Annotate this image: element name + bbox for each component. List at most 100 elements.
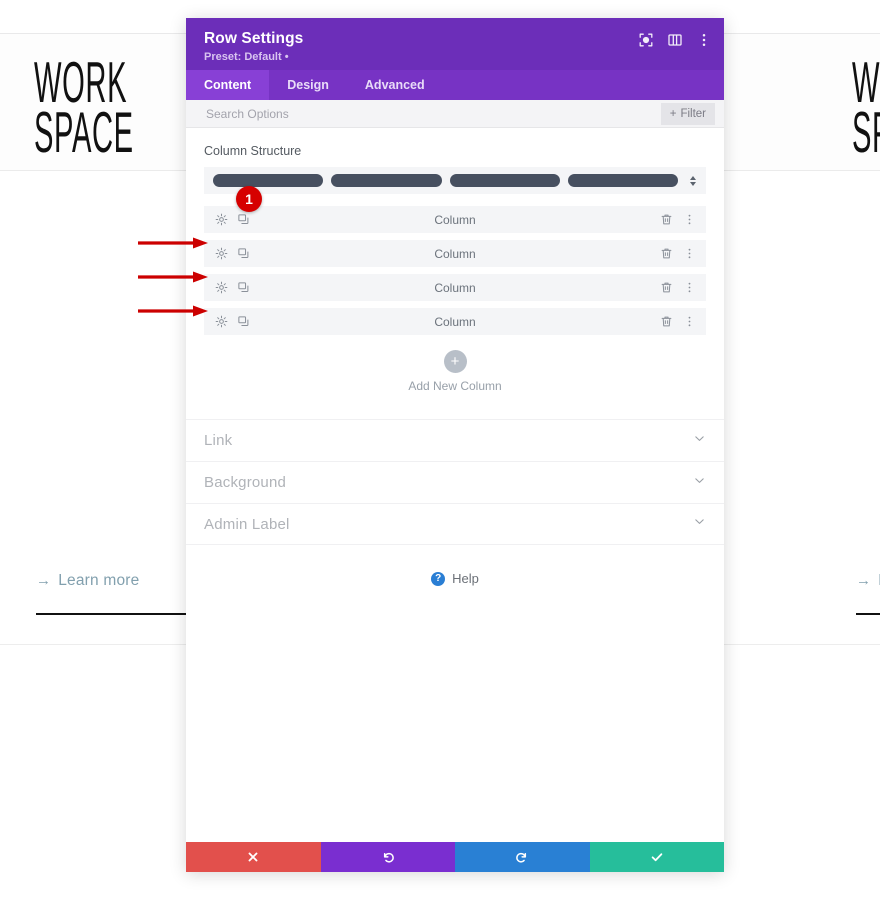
modal-header-actions bbox=[638, 32, 712, 48]
redo-button[interactable] bbox=[455, 842, 590, 872]
search-bar: + Filter bbox=[186, 100, 724, 128]
redo-icon bbox=[516, 852, 527, 863]
annotation-badge-1: 1 bbox=[236, 186, 262, 212]
target-icon[interactable] bbox=[638, 32, 654, 48]
tab-content[interactable]: Content bbox=[186, 70, 270, 100]
annotation-arrow-1 bbox=[138, 237, 208, 249]
duplicate-icon[interactable] bbox=[237, 247, 250, 260]
column-list: Column Column Column Column bbox=[204, 206, 706, 335]
plus-icon: + bbox=[443, 350, 467, 373]
column-row-label: Column bbox=[434, 280, 476, 295]
save-button[interactable] bbox=[589, 842, 724, 872]
column-structure-bar-1[interactable] bbox=[213, 174, 324, 187]
modal-body: Column Structure Column Column Column Co… bbox=[186, 128, 724, 842]
accordion-admin-label-label: Admin Label bbox=[204, 515, 290, 533]
search-input[interactable] bbox=[204, 100, 661, 127]
column-row-actions-right bbox=[660, 315, 696, 328]
arrow-right-icon: → bbox=[36, 572, 52, 589]
plus-icon: + bbox=[669, 107, 677, 120]
learn-more-right[interactable]: →Learn more bbox=[856, 572, 880, 615]
column-structure-label: Column Structure bbox=[204, 144, 302, 158]
help-icon: ? bbox=[431, 571, 446, 586]
column-row-actions-right bbox=[660, 213, 696, 226]
trash-icon[interactable] bbox=[660, 315, 673, 328]
column-row-label: Column bbox=[434, 212, 476, 227]
more-vertical-icon[interactable] bbox=[683, 247, 696, 260]
close-icon bbox=[248, 852, 258, 862]
learn-more-link-right[interactable]: →Learn more bbox=[856, 572, 880, 589]
column-structure-bar-4[interactable] bbox=[567, 174, 678, 187]
column-structure-bar-3[interactable] bbox=[449, 174, 560, 187]
panel-layout-icon[interactable] bbox=[667, 32, 683, 48]
brand-line-2: SPACE bbox=[34, 99, 134, 165]
accordion-background-label: Background bbox=[204, 474, 287, 491]
accordion-admin-label[interactable]: Admin Label bbox=[186, 503, 724, 545]
learn-more-label: Learn more bbox=[58, 572, 140, 589]
learn-more-left[interactable]: → Learn more bbox=[36, 572, 186, 615]
modal-preset-selector[interactable]: Preset: Default • bbox=[204, 51, 708, 64]
add-new-column-label: Add New Column bbox=[408, 379, 502, 393]
learn-more-underline-left bbox=[36, 613, 186, 615]
column-row-actions-left bbox=[215, 281, 250, 294]
tab-advanced[interactable]: Advanced bbox=[347, 70, 443, 100]
column-structure-stepper[interactable] bbox=[686, 175, 700, 186]
chevron-up-icon bbox=[690, 175, 696, 180]
gear-icon[interactable] bbox=[215, 315, 228, 328]
annotation-arrow-3 bbox=[138, 305, 208, 317]
modal-header: Row Settings Preset: Default • bbox=[186, 18, 724, 70]
trash-icon[interactable] bbox=[660, 213, 673, 226]
column-structure-selector[interactable] bbox=[204, 167, 706, 194]
more-vertical-icon[interactable] bbox=[683, 213, 696, 226]
undo-button[interactable] bbox=[320, 842, 455, 872]
accordion-link-label: Link bbox=[204, 432, 233, 449]
brand-wordmark-left: WORK SPACE bbox=[34, 51, 195, 162]
column-row-label: Column bbox=[434, 246, 476, 261]
duplicate-icon[interactable] bbox=[237, 213, 250, 226]
gear-icon[interactable] bbox=[215, 213, 228, 226]
tab-design[interactable]: Design bbox=[269, 70, 347, 100]
chevron-down-icon bbox=[690, 181, 696, 186]
brand-line-2-right: SPACE bbox=[852, 99, 880, 165]
chevron-down-icon bbox=[693, 432, 706, 450]
help-button[interactable]: ? Help bbox=[186, 571, 724, 586]
column-row-actions-left bbox=[215, 247, 250, 260]
chevron-down-icon bbox=[693, 515, 706, 533]
undo-icon bbox=[383, 852, 394, 863]
filter-label: Filter bbox=[680, 107, 706, 120]
accordion-link[interactable]: Link bbox=[186, 419, 724, 461]
more-vertical-icon[interactable] bbox=[696, 32, 712, 48]
annotation-arrow-2 bbox=[138, 271, 208, 283]
column-row-actions-right bbox=[660, 281, 696, 294]
column-row-actions-right bbox=[660, 247, 696, 260]
trash-icon[interactable] bbox=[660, 281, 673, 294]
table-row[interactable]: Column bbox=[204, 240, 706, 267]
modal-tabs: Content Design Advanced bbox=[186, 70, 724, 100]
learn-more-link-left[interactable]: → Learn more bbox=[36, 572, 139, 589]
arrow-right-icon-right: → bbox=[856, 572, 872, 589]
modal-title: Row Settings bbox=[204, 30, 304, 47]
learn-more-underline-right bbox=[856, 613, 880, 615]
row-settings-modal: Row Settings Preset: Default • Content D… bbox=[186, 18, 724, 872]
accordion-background[interactable]: Background bbox=[186, 461, 724, 503]
gear-icon[interactable] bbox=[215, 281, 228, 294]
duplicate-icon[interactable] bbox=[237, 315, 250, 328]
modal-footer bbox=[186, 842, 724, 872]
duplicate-icon[interactable] bbox=[237, 281, 250, 294]
brand-wordmark-right: WORK SPACE bbox=[852, 51, 880, 162]
column-row-actions-left bbox=[215, 315, 250, 328]
table-row[interactable]: Column bbox=[204, 206, 706, 233]
filter-button[interactable]: + Filter bbox=[660, 102, 715, 125]
column-row-label: Column bbox=[434, 314, 476, 329]
column-structure-bar-2[interactable] bbox=[331, 174, 442, 187]
help-label: Help bbox=[452, 571, 479, 586]
chevron-down-icon bbox=[693, 474, 706, 492]
table-row[interactable]: Column bbox=[204, 308, 706, 335]
check-icon bbox=[651, 853, 663, 862]
gear-icon[interactable] bbox=[215, 247, 228, 260]
trash-icon[interactable] bbox=[660, 247, 673, 260]
more-vertical-icon[interactable] bbox=[683, 315, 696, 328]
add-new-column-button[interactable]: + Add New Column bbox=[204, 350, 706, 393]
more-vertical-icon[interactable] bbox=[683, 281, 696, 294]
table-row[interactable]: Column bbox=[204, 274, 706, 301]
cancel-button[interactable] bbox=[186, 842, 321, 872]
